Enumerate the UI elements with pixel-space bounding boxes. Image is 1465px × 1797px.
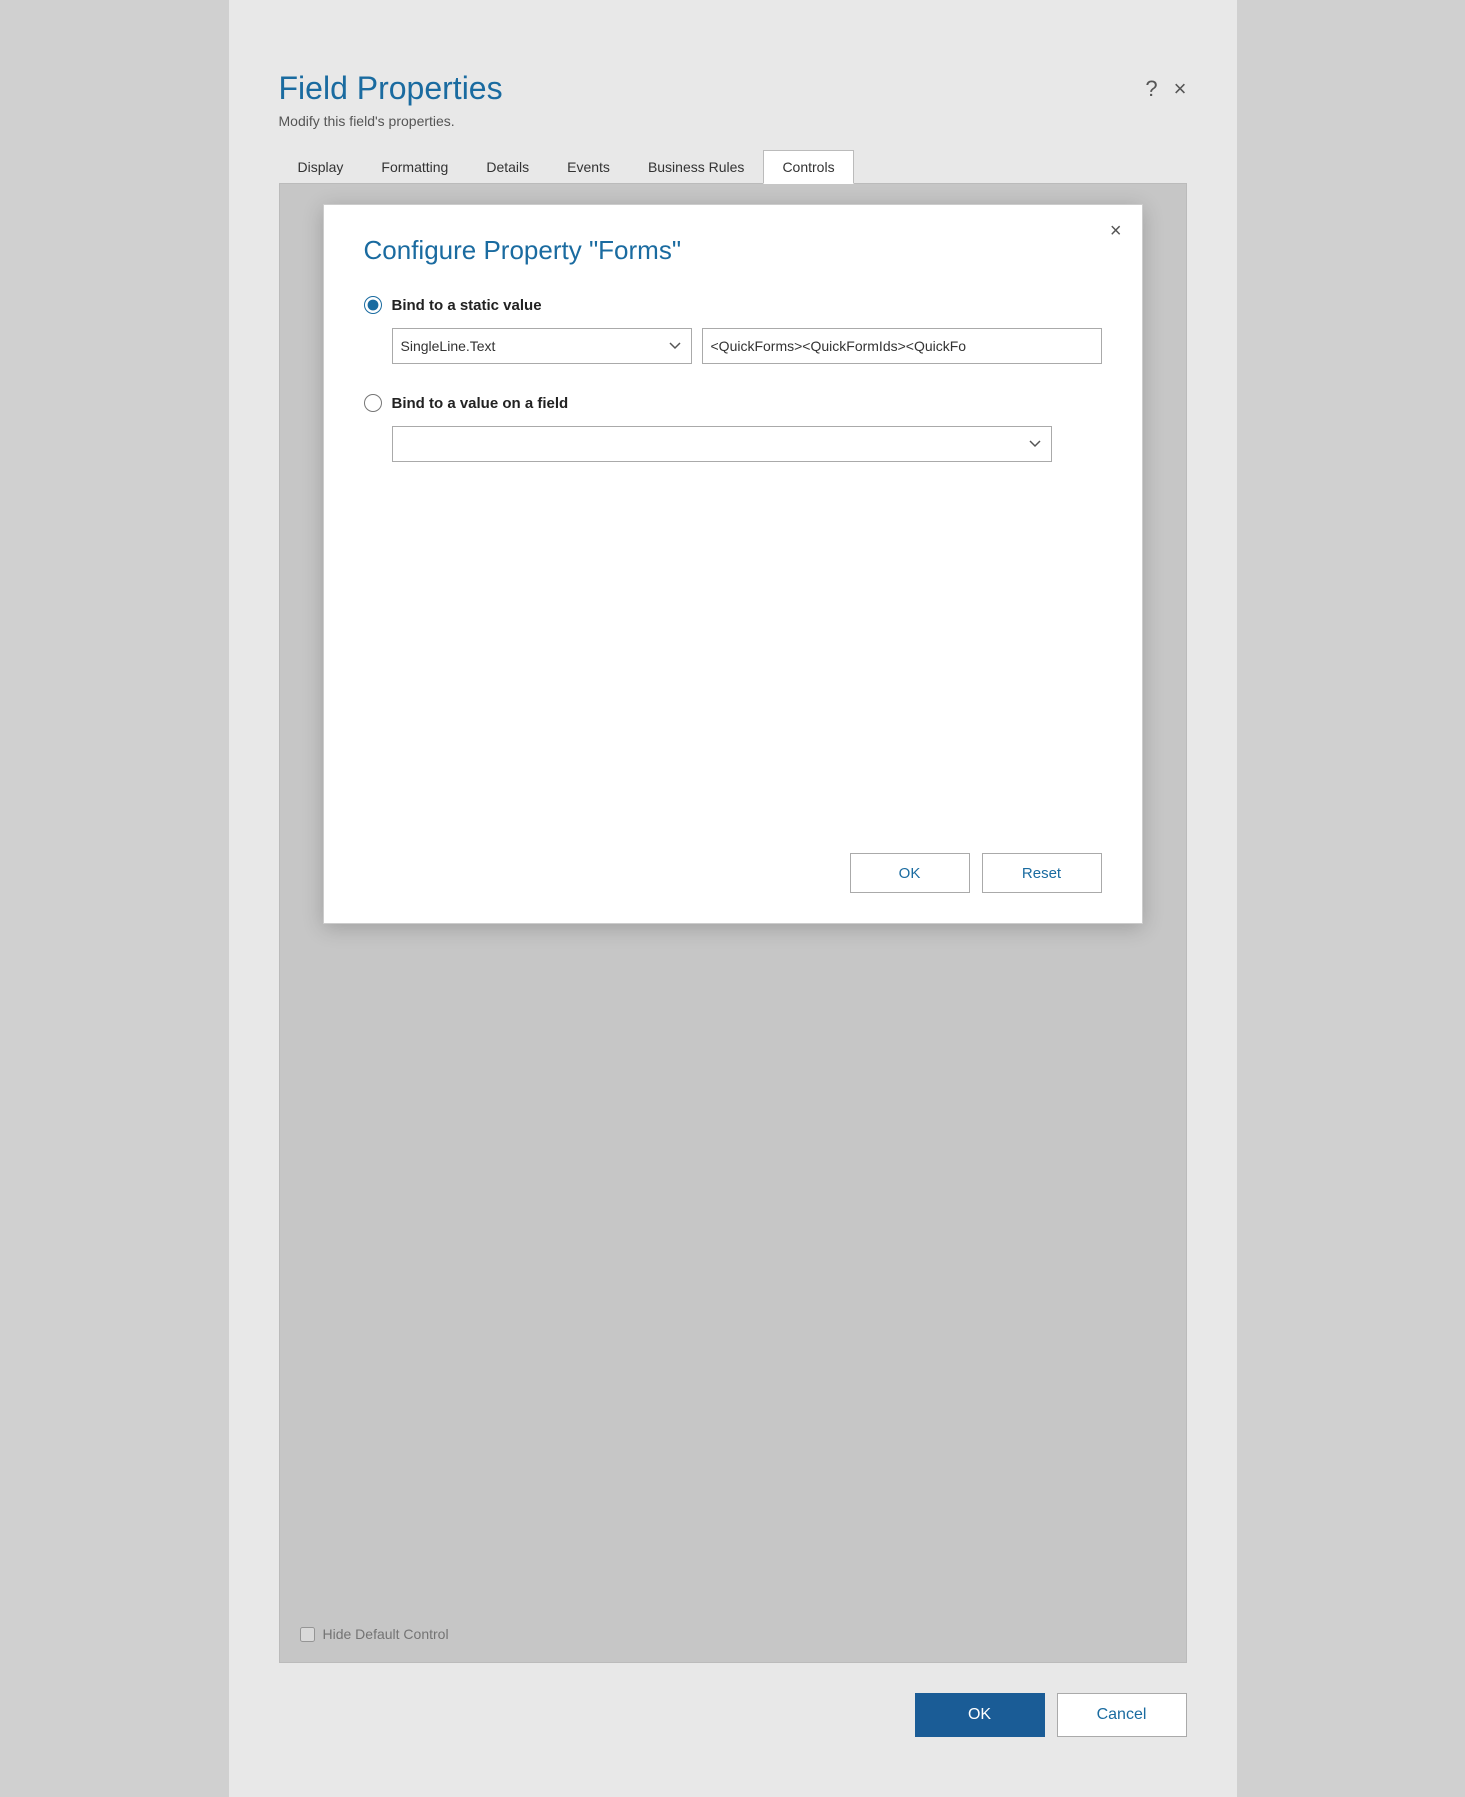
static-value-label[interactable]: Bind to a static value — [364, 296, 1102, 314]
modal-reset-button[interactable]: Reset — [982, 853, 1102, 893]
static-value-input[interactable] — [702, 328, 1102, 364]
configure-property-modal: × Configure Property "Forms" Bind to a s… — [323, 204, 1143, 924]
field-value-label[interactable]: Bind to a value on a field — [364, 394, 1102, 412]
modal-overlay: × Configure Property "Forms" Bind to a s… — [280, 184, 1186, 1662]
modal-footer: OK Reset — [364, 813, 1102, 893]
static-value-fields: SingleLine.Text MultiLine.Text Lookup In… — [392, 328, 1102, 364]
field-value-text: Bind to a value on a field — [392, 395, 569, 412]
static-value-text: Bind to a static value — [392, 297, 542, 314]
footer-ok-button[interactable]: OK — [915, 1693, 1045, 1737]
static-type-dropdown[interactable]: SingleLine.Text MultiLine.Text Lookup In… — [392, 328, 692, 364]
header-text: Field Properties Modify this field's pro… — [279, 70, 503, 129]
page-wrapper: Field Properties Modify this field's pro… — [229, 0, 1237, 1797]
page-title: Field Properties — [279, 70, 503, 107]
static-value-radio[interactable] — [364, 296, 382, 314]
footer-cancel-button[interactable]: Cancel — [1057, 1693, 1187, 1737]
page-subtitle: Modify this field's properties. — [279, 113, 503, 129]
field-value-option-group: Bind to a value on a field — [364, 394, 1102, 462]
field-value-radio[interactable] — [364, 394, 382, 412]
close-icon[interactable]: × — [1174, 78, 1187, 100]
field-value-fields — [392, 426, 1102, 462]
tab-business-rules[interactable]: Business Rules — [629, 150, 764, 184]
tab-display[interactable]: Display — [279, 150, 363, 184]
tab-formatting[interactable]: Formatting — [362, 150, 467, 184]
header-icons: ? × — [1145, 70, 1186, 100]
tab-details[interactable]: Details — [467, 150, 548, 184]
dialog-header: Field Properties Modify this field's pro… — [229, 40, 1237, 149]
content-area: × Configure Property "Forms" Bind to a s… — [279, 184, 1187, 1663]
static-value-option-group: Bind to a static value SingleLine.Text M… — [364, 296, 1102, 364]
page-footer: OK Cancel — [229, 1663, 1237, 1737]
field-value-dropdown[interactable] — [392, 426, 1052, 462]
modal-ok-button[interactable]: OK — [850, 853, 970, 893]
help-icon[interactable]: ? — [1145, 78, 1157, 100]
tab-controls[interactable]: Controls — [763, 150, 853, 184]
modal-title: Configure Property "Forms" — [364, 235, 1102, 266]
tabs-container: Display Formatting Details Events Busine… — [229, 149, 1237, 184]
tab-events[interactable]: Events — [548, 150, 629, 184]
tabs-bar: Display Formatting Details Events Busine… — [279, 149, 1187, 184]
modal-close-icon[interactable]: × — [1110, 221, 1122, 241]
